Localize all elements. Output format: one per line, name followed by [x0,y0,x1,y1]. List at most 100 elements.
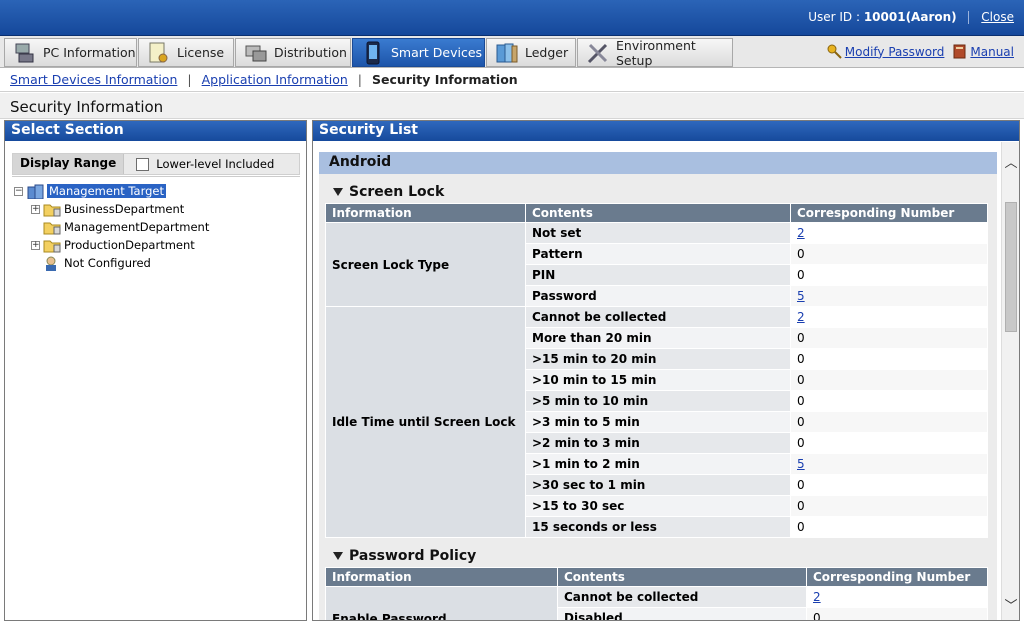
count-cell: 0 [790,411,988,433]
count-cell: 2 [806,586,988,608]
tab-environment-setup[interactable]: Environment Setup [577,38,733,68]
content-cell: >15 to 30 sec [525,495,791,517]
count-cell: 0 [806,607,988,620]
subnav-application-information[interactable]: Application Information [202,72,348,87]
content-cell: Cannot be collected [557,586,807,608]
section-tree: − Management Target + BusinessDepartment… [12,176,300,616]
tab-label: Ledger [525,45,569,60]
user-info: User ID : 10001(Aaron) Close [808,10,1014,24]
tree-node-label[interactable]: ManagementDepartment [64,220,209,234]
folder-icon [43,202,61,217]
count-cell: 0 [790,369,988,391]
count-cell: 0 [790,516,988,538]
subnav-smart-devices-information[interactable]: Smart Devices Information [10,72,177,87]
platform-header: Android [319,152,997,174]
count-cell: 0 [790,264,988,286]
scroll-down-icon[interactable]: ﹀ [1004,595,1018,614]
count-link[interactable]: 2 [797,310,805,324]
content-cell: Disabled [557,607,807,620]
top-links: Modify Password Manual [819,44,1014,59]
tab-pc-information[interactable]: PC Information [4,38,137,67]
close-link[interactable]: Close [981,10,1014,24]
tab-distribution[interactable]: Distribution [235,38,351,67]
scrollbar-thumb[interactable] [1005,202,1017,332]
screen-lock-table: Information Contents Corresponding Numbe… [325,203,988,538]
modify-password-link[interactable]: Modify Password [845,45,945,59]
ledger-icon [495,41,519,65]
tree-node-management-department[interactable]: ManagementDepartment [43,218,209,236]
user-icon [43,256,61,271]
manual-link[interactable]: Manual [970,45,1014,59]
display-range-label: Display Range [13,154,125,174]
count-cell: 5 [790,285,988,307]
count-cell: 0 [790,495,988,517]
divider: | [357,72,363,87]
tab-license[interactable]: License [138,38,234,67]
count-cell: 2 [790,306,988,328]
collapse-toggle-icon[interactable]: − [14,186,23,196]
content-cell: PIN [525,264,791,286]
security-list-content: Android Screen Lock Information Contents… [319,152,997,620]
count-cell: 0 [790,432,988,454]
column-header: Contents [525,203,791,223]
tree-node-label[interactable]: ProductionDepartment [64,238,195,252]
count-link[interactable]: 2 [797,226,805,240]
tools-icon [586,41,610,65]
content-cell: Pattern [525,243,791,265]
section-title: Screen Lock [349,184,445,200]
count-cell: 0 [790,243,988,265]
tree-node-not-configured[interactable]: Not Configured [43,254,151,272]
content-cell: 15 seconds or less [525,516,791,538]
content-cell: >10 min to 15 min [525,369,791,391]
screen-lock-section-header[interactable]: Screen Lock [325,184,991,202]
tab-smart-devices[interactable]: Smart Devices [352,38,485,67]
top-bar: User ID : 10001(Aaron) Close [0,0,1024,36]
column-header: Information [325,567,558,587]
pc-icon [13,41,37,65]
count-link[interactable]: 5 [797,289,805,303]
expand-toggle-icon[interactable]: + [31,240,40,250]
tab-label: PC Information [43,45,136,60]
panel-title: Security List [313,121,1019,141]
content-cell: >2 min to 3 min [525,432,791,454]
table-row: Idle Time until Screen Lock Cannot be co… [325,306,988,538]
count-link[interactable]: 5 [797,457,805,471]
tree-node-label[interactable]: BusinessDepartment [64,202,184,216]
group-label: Screen Lock Type [325,222,526,307]
tab-ledger[interactable]: Ledger [486,38,576,67]
display-range-box: Display Range Lower-level Included [12,153,300,175]
count-cell: 0 [790,327,988,349]
section-title: Password Policy [349,548,477,564]
count-link[interactable]: 2 [813,590,821,604]
password-policy-section-header[interactable]: Password Policy [325,548,991,566]
group-label: Idle Time until Screen Lock [325,306,526,538]
lower-level-label[interactable]: Lower-level Included [156,157,274,171]
security-list-panel: Security List Android Screen Lock Inform… [312,120,1020,621]
key-icon [827,44,842,59]
expand-toggle-icon[interactable]: + [31,204,40,214]
tree-node-management-target[interactable]: − Management Target [14,182,166,200]
divider: | [187,72,192,87]
subnav-security-information: Security Information [372,72,518,87]
scroll-up-icon[interactable]: ︿ [1004,152,1018,171]
column-header: Corresponding Number [790,203,988,223]
tab-label: License [177,45,225,60]
content-cell: >1 min to 2 min [525,453,791,475]
tab-label: Smart Devices [391,45,483,60]
tree-node-label[interactable]: Management Target [47,184,166,198]
content-cell: >15 min to 20 min [525,348,791,370]
tree-node-label[interactable]: Not Configured [64,256,151,270]
content-cell: >3 min to 5 min [525,411,791,433]
distribution-icon [244,41,268,65]
page-title: Security Information [0,93,1024,119]
select-section-panel: Select Section Display Range Lower-level… [4,120,307,621]
count-cell: 5 [790,453,988,475]
content-cell: >5 min to 10 min [525,390,791,412]
tree-node-business-department[interactable]: + BusinessDepartment [31,200,184,218]
content-cell: Cannot be collected [525,306,791,328]
count-cell: 0 [790,474,988,496]
tree-node-production-department[interactable]: + ProductionDepartment [31,236,195,254]
vertical-scrollbar[interactable]: ︿ ﹀ [1001,142,1019,620]
lower-level-checkbox[interactable] [136,157,150,171]
count-cell: 0 [790,348,988,370]
